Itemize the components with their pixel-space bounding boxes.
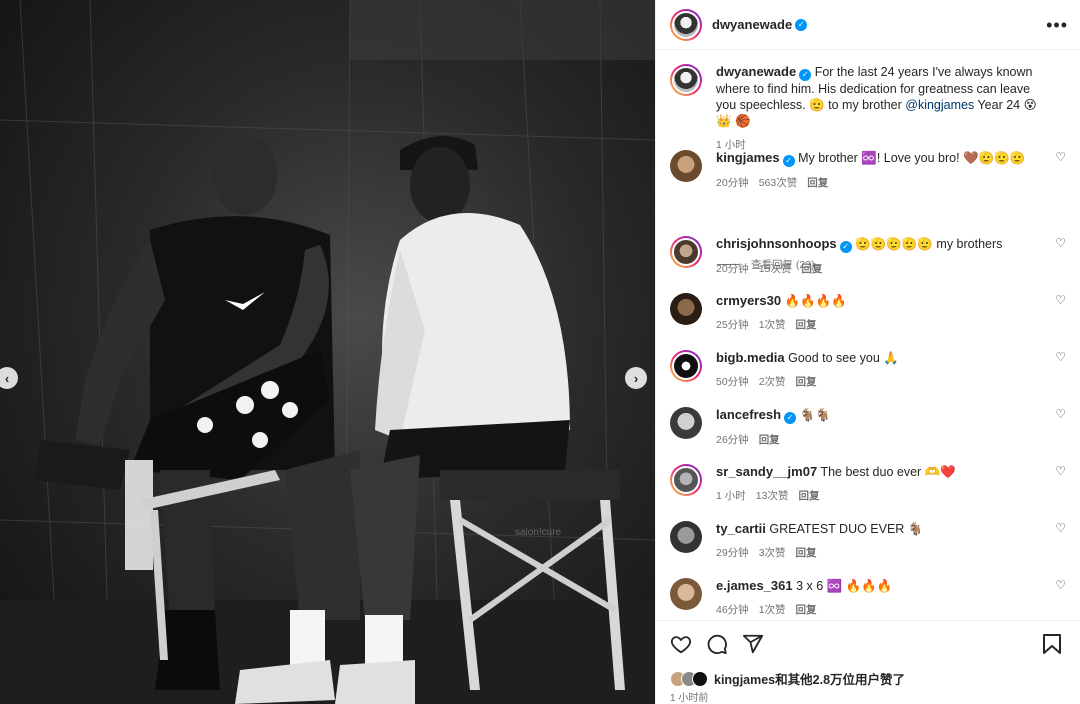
- comment-time[interactable]: 25分钟: [716, 319, 749, 331]
- comment-likes[interactable]: 1次赞: [759, 319, 786, 331]
- post-side-panel: dwyanewade ✓ ••• dwyanewade ✓ For the las…: [655, 0, 1080, 704]
- author-avatar[interactable]: [670, 8, 702, 41]
- commenter-avatar[interactable]: [670, 150, 702, 182]
- verified-icon: ✓: [799, 69, 812, 81]
- heart-icon[interactable]: [670, 633, 692, 655]
- verified-icon: ✓: [782, 155, 795, 167]
- comment-text: The best duo ever 🫶❤️: [820, 465, 956, 479]
- post-actions: kingjames和其他2.8万位用户赞了 1 小时前: [656, 620, 1080, 704]
- commenter-avatar[interactable]: [670, 236, 702, 268]
- likes-text[interactable]: kingjames和其他2.8万位用户赞了: [714, 669, 905, 688]
- comment-time[interactable]: 20分钟: [716, 177, 749, 189]
- commenter-avatar[interactable]: [670, 578, 702, 610]
- comment-username[interactable]: lancefresh: [716, 407, 781, 422]
- comment-row: ty_cartii GREATEST DUO EVER 🐐 29分钟 3次赞 回复 …: [670, 521, 1066, 561]
- comment-username[interactable]: kingjames: [716, 150, 780, 165]
- post-header: dwyanewade ✓ •••: [656, 0, 1080, 50]
- stool-brand: salon!cure: [515, 527, 562, 538]
- liker-avatars: [670, 670, 708, 687]
- like-comment-icon[interactable]: ♡: [1055, 464, 1066, 478]
- like-comment-icon[interactable]: ♡: [1055, 150, 1066, 164]
- post-photo: salon!cure ‹ ›: [0, 0, 655, 704]
- author-username[interactable]: dwyanewade: [712, 17, 792, 32]
- comment-username[interactable]: e.james_361: [716, 578, 793, 593]
- comment-row: chrisjohnsonhoops ✓ 🫡🫡🫡🫡🫡 my brothers 20分…: [670, 236, 1066, 277]
- comment-likes[interactable]: 1次赞: [759, 604, 786, 616]
- reply-button[interactable]: 回复: [796, 547, 817, 559]
- like-comment-icon[interactable]: ♡: [1055, 350, 1066, 364]
- comment-username[interactable]: bigb.media: [716, 350, 785, 365]
- comment-likes[interactable]: 13次赞: [756, 490, 789, 502]
- like-comment-icon[interactable]: ♡: [1055, 293, 1066, 307]
- commenter-avatar[interactable]: [670, 293, 702, 325]
- comment-likes[interactable]: 3次赞: [759, 547, 786, 559]
- comment-username[interactable]: crmyers30: [716, 293, 781, 308]
- comment-text: 🔥🔥🔥🔥: [784, 294, 847, 308]
- comment-row: e.james_361 3 x 6 ♾️ 🔥🔥🔥 46分钟 1次赞 回复 ♡: [670, 578, 1066, 618]
- commenter-avatar[interactable]: [670, 521, 702, 553]
- comment-likes[interactable]: 2次赞: [759, 376, 786, 388]
- comment-text: 🫡🫡🫡🫡🫡 my brothers: [855, 237, 1003, 251]
- comment-text: My brother ♾️! Love you bro! 🤎🫡🫡🫡: [798, 151, 1026, 165]
- comment-likes[interactable]: 15次赞: [759, 263, 792, 275]
- comment-username[interactable]: sr_sandy__jm07: [716, 464, 817, 479]
- comment-username[interactable]: ty_cartii: [716, 521, 766, 536]
- comment-row: kingjames ✓ My brother ♾️! Love you bro! …: [670, 150, 1066, 191]
- verified-icon: ✓: [839, 241, 852, 253]
- next-photo-button[interactable]: ›: [625, 367, 647, 389]
- comment-row: crmyers30 🔥🔥🔥🔥 25分钟 1次赞 回复 ♡: [670, 293, 1066, 333]
- bookmark-icon[interactable]: [1042, 633, 1062, 655]
- comment-row: lancefresh ✓ 🐐🐐 26分钟 回复 ♡: [670, 407, 1066, 448]
- verified-icon: ✓: [795, 18, 808, 31]
- reply-button[interactable]: 回复: [798, 490, 819, 502]
- comment-text: 3 x 6 ♾️ 🔥🔥🔥: [796, 579, 893, 593]
- caption-mention[interactable]: @kingjames: [905, 98, 974, 112]
- commenter-avatar[interactable]: [670, 407, 702, 439]
- comment-row: bigb.media Good to see you 🙏 50分钟 2次赞 回复 ♡: [670, 350, 1066, 390]
- comment-time[interactable]: 20分钟: [716, 263, 749, 275]
- share-icon[interactable]: [742, 633, 764, 655]
- post-timestamp[interactable]: 1 小时前: [670, 689, 708, 704]
- comments-list[interactable]: dwyanewade ✓ For the last 24 years I've a…: [656, 50, 1080, 620]
- reply-button[interactable]: 回复: [801, 263, 822, 275]
- caption-avatar[interactable]: [670, 64, 702, 96]
- like-comment-icon[interactable]: ♡: [1055, 236, 1066, 250]
- commenter-avatar[interactable]: [670, 350, 702, 382]
- comment-row: sr_sandy__jm07 The best duo ever 🫶❤️ 1 小…: [670, 464, 1066, 504]
- comment-icon[interactable]: [706, 633, 728, 655]
- reply-button[interactable]: 回复: [796, 319, 817, 331]
- comment-time[interactable]: 26分钟: [716, 434, 749, 446]
- comment-time[interactable]: 46分钟: [716, 604, 749, 616]
- comment-likes[interactable]: 563次赞: [759, 177, 798, 189]
- comment-time[interactable]: 1 小时: [716, 490, 746, 502]
- verified-icon: ✓: [784, 412, 797, 424]
- photo-illustration: salon!cure: [0, 0, 655, 704]
- like-comment-icon[interactable]: ♡: [1055, 521, 1066, 535]
- more-options-icon[interactable]: •••: [1046, 15, 1068, 36]
- comment-text: Good to see you 🙏: [788, 351, 899, 365]
- like-comment-icon[interactable]: ♡: [1055, 578, 1066, 592]
- comment-time[interactable]: 50分钟: [716, 376, 749, 388]
- reply-button[interactable]: 回复: [807, 177, 828, 189]
- comment-text: GREATEST DUO EVER 🐐: [769, 522, 924, 536]
- likes-summary[interactable]: kingjames和其他2.8万位用户赞了: [670, 669, 905, 688]
- comment-time[interactable]: 29分钟: [716, 547, 749, 559]
- reply-button[interactable]: 回复: [796, 604, 817, 616]
- commenter-avatar[interactable]: [670, 464, 702, 496]
- comment-text: 🐐🐐: [799, 408, 831, 422]
- reply-button[interactable]: 回复: [759, 434, 780, 446]
- reply-button[interactable]: 回复: [796, 376, 817, 388]
- comment-username[interactable]: chrisjohnsonhoops: [716, 236, 837, 251]
- caption-username[interactable]: dwyanewade: [716, 64, 796, 79]
- liker-avatar: [692, 670, 708, 687]
- like-comment-icon[interactable]: ♡: [1055, 407, 1066, 421]
- caption-text-2: 🫡 to my brother: [809, 98, 906, 112]
- caption: dwyanewade ✓ For the last 24 years I've a…: [670, 64, 1066, 153]
